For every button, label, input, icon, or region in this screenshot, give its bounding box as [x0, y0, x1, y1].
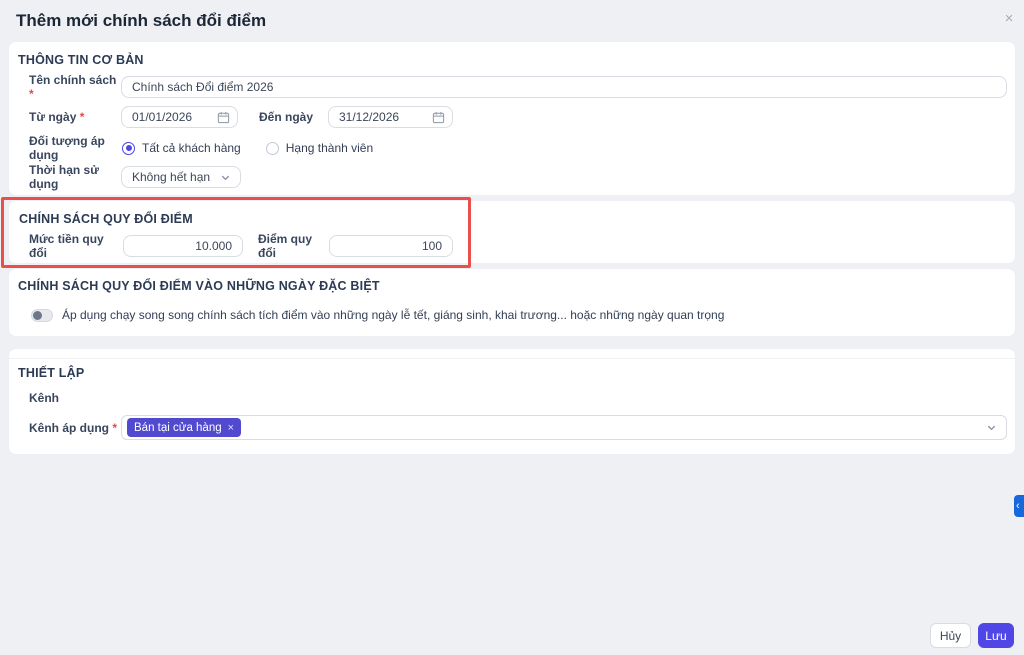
date-range-row: Từ ngày * Đến ngày [29, 106, 453, 128]
special-days-header: CHÍNH SÁCH QUY ĐỔI ĐIỂM VÀO NHỮNG NGÀY Đ… [18, 279, 380, 293]
from-date-input[interactable] [121, 106, 238, 128]
chevron-down-icon [987, 425, 996, 431]
chevron-down-icon [221, 175, 230, 180]
to-date-field [328, 106, 453, 128]
save-button[interactable]: Lưu [978, 623, 1014, 648]
duration-value: Không hết hạn [132, 170, 211, 184]
to-date-input[interactable] [328, 106, 453, 128]
radio-option-label: Hạng thành viên [285, 141, 374, 155]
conversion-policy-card: CHÍNH SÁCH QUY ĐỔI ĐIỂM Mức tiền quy đổi… [8, 200, 1016, 264]
radio-option-all-customers[interactable]: Tất cả khách hàng [122, 141, 241, 155]
cancel-button[interactable]: Hủy [930, 623, 971, 648]
channel-label: Kênh áp dụng * [29, 420, 118, 435]
channel-tag: Bán tại cửa hàng × [127, 418, 242, 437]
duration-label: Thời hạn sử dụng [29, 163, 99, 191]
radio-option-label: Tất cả khách hàng [142, 141, 241, 155]
policy-name-row: Tên chính sách * [29, 73, 1007, 101]
special-days-toggle-row: Áp dụng chạy song song chính sách tích đ… [31, 308, 1001, 322]
channel-group-label: Kênh [29, 391, 59, 405]
audience-label: Đối tượng áp dụng [29, 134, 105, 162]
channel-row: Kênh áp dụng * Bán tại cửa hàng × [29, 415, 1007, 440]
basic-info-header: THÔNG TIN CƠ BẢN [18, 53, 144, 67]
point-rate-input[interactable] [329, 235, 453, 257]
tag-remove-icon[interactable]: × [228, 422, 234, 434]
settings-header: THIẾT LẬP [18, 366, 85, 380]
radio-option-member-tier[interactable]: Hạng thành viên [265, 141, 374, 155]
required-asterisk: * [79, 110, 85, 124]
basic-info-card: THÔNG TIN CƠ BẢN Tên chính sách * Từ ngà… [8, 41, 1016, 196]
settings-card: THIẾT LẬP Kênh Kênh áp dụng * Bán tại cử… [8, 348, 1016, 455]
collapse-panel-button[interactable]: ‹ [1014, 495, 1024, 517]
audience-row: Đối tượng áp dụng Tất cả khách hàng Hạng… [29, 134, 374, 162]
point-rate-label: Điểm quy đổi [258, 232, 313, 260]
policy-name-label: Tên chính sách * [29, 73, 117, 101]
toggle-label: Áp dụng chạy song song chính sách tích đ… [62, 308, 725, 322]
from-date-field [121, 106, 238, 128]
radio-unselected-icon[interactable] [265, 141, 279, 155]
conversion-policy-header: CHÍNH SÁCH QUY ĐỔI ĐIỂM [19, 212, 193, 226]
radio-selected-icon[interactable] [122, 141, 135, 155]
conversion-rate-row: Mức tiền quy đổi Điểm quy đổi [29, 232, 453, 260]
to-date-label: Đến ngày [259, 110, 314, 124]
chevron-left-icon: ‹ [1016, 500, 1020, 512]
channel-tag-label: Bán tại cửa hàng [134, 421, 222, 434]
special-days-card: CHÍNH SÁCH QUY ĐỔI ĐIỂM VÀO NHỮNG NGÀY Đ… [8, 268, 1016, 337]
modal-title: Thêm mới chính sách đổi điểm [16, 11, 267, 30]
money-rate-label: Mức tiền quy đổi [29, 232, 104, 260]
duration-select[interactable]: Không hết hạn [121, 166, 241, 188]
from-date-label: Từ ngày * [29, 110, 85, 124]
money-rate-input[interactable] [123, 235, 243, 257]
toggle-off-switch[interactable] [31, 308, 53, 322]
required-asterisk: * [112, 420, 118, 435]
card-divider [9, 358, 1015, 359]
channel-multiselect[interactable]: Bán tại cửa hàng × [121, 415, 1007, 440]
duration-row: Thời hạn sử dụng Không hết hạn [29, 163, 241, 191]
close-icon[interactable]: × [999, 8, 1019, 28]
add-policy-modal: Thêm mới chính sách đổi điểm × THÔNG TIN… [0, 0, 1024, 655]
policy-name-input[interactable] [121, 76, 1007, 98]
required-asterisk: * [29, 87, 34, 101]
